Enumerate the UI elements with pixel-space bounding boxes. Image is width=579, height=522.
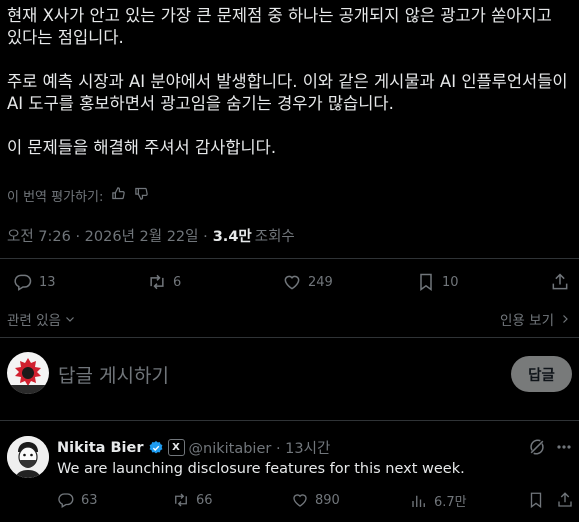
verified-badge-icon <box>149 440 162 453</box>
view-count: 3.4만 <box>212 229 252 245</box>
author-name[interactable]: Nikita Bier <box>57 440 144 456</box>
like-count: 249 <box>308 274 333 290</box>
like-icon <box>293 494 307 507</box>
avatar[interactable] <box>7 352 49 394</box>
more-icon <box>557 445 571 449</box>
repost-button[interactable]: 66 <box>172 491 213 509</box>
divider <box>0 337 579 338</box>
repost-icon <box>175 493 187 507</box>
share-icon <box>552 273 568 290</box>
post-paragraph: 현재 X사가 안고 있는 가장 큰 문제점 중 하나는 공개되지 않은 광고가 … <box>7 6 558 47</box>
author-handle[interactable]: @nikitabier · 13시간 <box>189 437 331 458</box>
affiliate-badge-label: X <box>172 442 180 453</box>
like-button[interactable]: 249 <box>282 272 333 292</box>
view-count-label: 조회수 <box>254 229 295 245</box>
avatar[interactable] <box>7 436 49 478</box>
bookmark-button[interactable] <box>527 491 545 509</box>
repost-icon <box>150 274 164 290</box>
share-button[interactable] <box>550 272 570 292</box>
thumbs-up-icon[interactable] <box>111 186 126 205</box>
repost-count: 66 <box>196 492 213 508</box>
divider <box>0 258 579 259</box>
post-timestamp[interactable]: 오전 7:26 · 2026년 2월 22일 · <box>7 225 208 246</box>
like-icon <box>284 275 300 290</box>
reply-button[interactable]: 13 <box>13 272 56 292</box>
view-quotes-link[interactable]: 인용 보기 <box>500 309 571 329</box>
reply-input[interactable]: 답글 게시하기 <box>58 361 169 388</box>
reply-submit-button[interactable]: 답글 <box>511 356 572 392</box>
view-count: 6.7만 <box>434 495 467 510</box>
views-button[interactable]: 6.7만 <box>410 491 467 510</box>
related-label: 관련 있음 <box>7 313 61 329</box>
post-paragraph: 주로 예측 시장과 AI 분야에서 발생합니다. 이와 같은 게시물과 AI 인… <box>7 72 573 113</box>
reply-text: We are launching disclosure features for… <box>57 461 465 477</box>
translation-rating: 이 번역 평가하기: <box>7 186 149 205</box>
grok-button[interactable] <box>527 437 547 461</box>
reply-icon <box>14 274 32 291</box>
bookmark-button[interactable]: 10 <box>416 272 459 292</box>
share-button[interactable] <box>556 491 574 509</box>
bookmark-count: 10 <box>442 274 459 290</box>
post-paragraph: 이 문제들을 해결해 주셔서 감사합니다. <box>7 138 277 157</box>
reply-header: Nikita Bier X @nikitabier · 13시간 <box>57 437 330 458</box>
reply-count: 13 <box>39 274 56 290</box>
share-icon <box>558 492 572 507</box>
post-text: 현재 X사가 안고 있는 가장 큰 문제점 중 하나는 공개되지 않은 광고가 … <box>7 5 572 159</box>
bookmark-icon <box>420 273 432 291</box>
bookmark-icon <box>530 492 542 509</box>
divider <box>0 420 579 421</box>
affiliate-badge: X <box>167 439 185 456</box>
chevron-right-icon <box>563 315 568 323</box>
grok-icon <box>530 439 544 455</box>
quotes-label: 인용 보기 <box>500 313 554 329</box>
chevron-down-icon <box>66 317 74 322</box>
like-button[interactable]: 890 <box>291 491 340 509</box>
reply-icon <box>58 493 74 508</box>
translation-rating-label: 이 번역 평가하기: <box>7 190 104 205</box>
post-meta: 오전 7:26 · 2026년 2월 22일 · 3.4만 조회수 <box>7 225 295 246</box>
reply-action-bar: 63 66 890 6.7만 <box>0 491 579 515</box>
reply-button[interactable]: 63 <box>57 491 98 509</box>
related-toggle[interactable]: 관련 있음 <box>7 309 76 329</box>
post-action-bar: 13 6 249 10 <box>0 272 579 302</box>
repost-button[interactable]: 6 <box>147 272 181 292</box>
more-button[interactable] <box>556 437 572 461</box>
thumbs-down-icon[interactable] <box>134 186 149 205</box>
repost-count: 6 <box>173 274 182 290</box>
reply-count: 63 <box>81 492 98 508</box>
views-icon <box>412 495 425 507</box>
like-count: 890 <box>315 492 340 508</box>
